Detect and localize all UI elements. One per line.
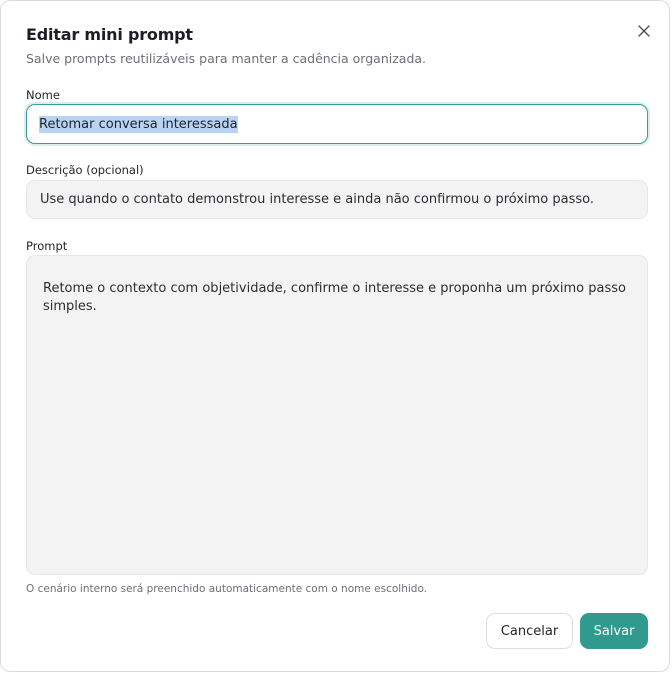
prompt-label: Prompt [26,239,68,253]
name-input[interactable]: Retomar conversa interessada [26,104,648,144]
cancel-button[interactable]: Cancelar [486,613,573,649]
prompt-textarea-value: Retome o contexto com objetividade, conf… [43,281,626,314]
save-button[interactable]: Salvar [580,613,648,649]
description-input-value: Use quando o contato demonstrou interess… [40,192,595,207]
dialog-subtitle: Salve prompts reutilizáveis para manter … [26,51,427,66]
prompt-textarea[interactable]: Retome o contexto com objetividade, conf… [26,255,648,575]
name-label: Nome [26,88,60,102]
description-input[interactable]: Use quando o contato demonstrou interess… [26,180,648,219]
helper-text: O cenário interno será preenchido automa… [26,583,428,595]
description-label: Descrição (opcional) [26,163,144,177]
close-icon [638,25,650,37]
dialog-title: Editar mini prompt [26,25,193,44]
close-button[interactable] [635,22,653,40]
name-input-value: Retomar conversa interessada [39,115,238,133]
edit-mini-prompt-dialog: Editar mini prompt Salve prompts reutili… [0,0,670,672]
